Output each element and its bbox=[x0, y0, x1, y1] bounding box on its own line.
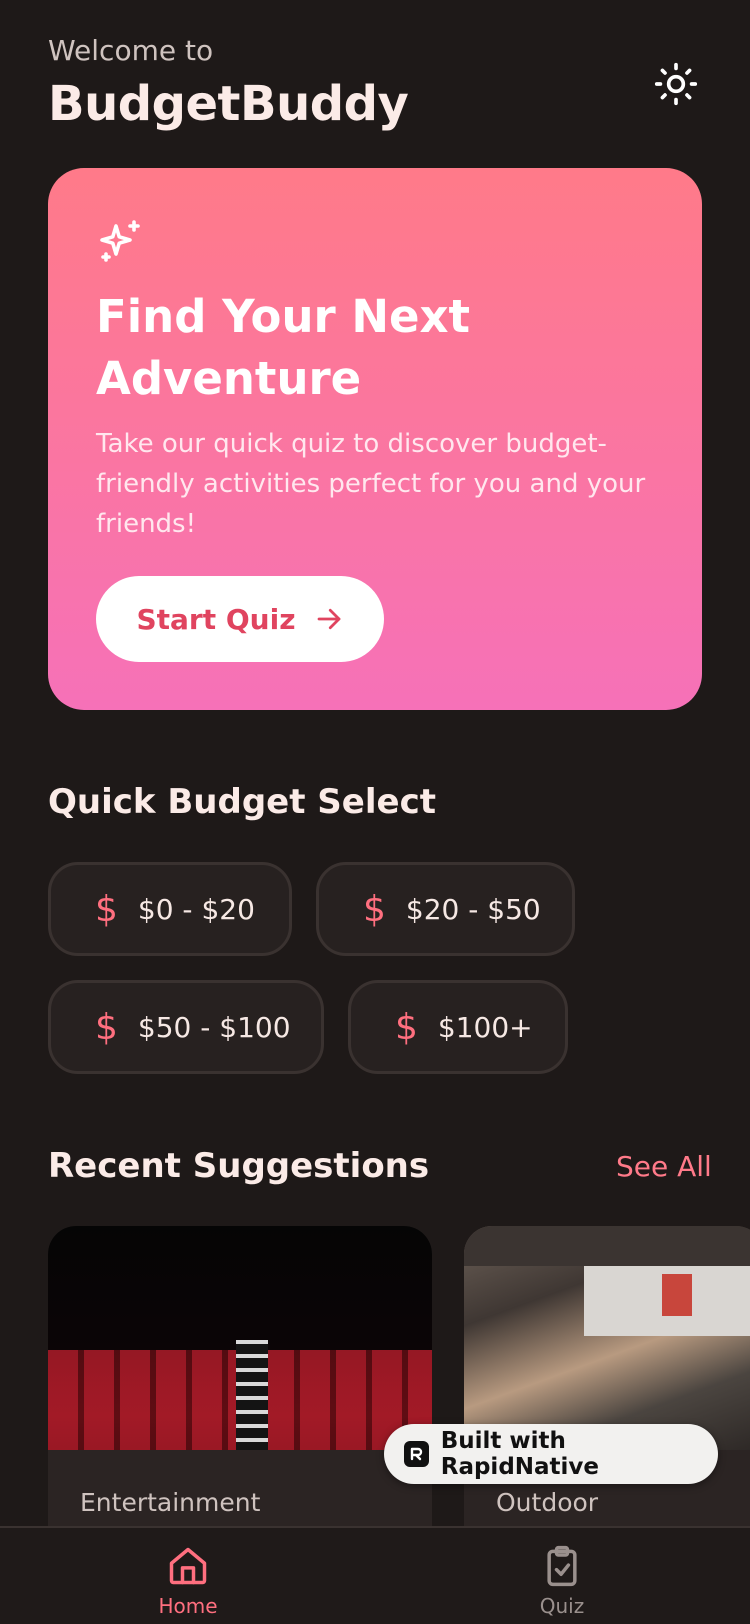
budget-option-50-100[interactable]: $ $50 - $100 bbox=[48, 980, 324, 1074]
start-quiz-button[interactable]: Start Quiz bbox=[96, 576, 384, 662]
quiz-hero-card: Find Your Next Adventure Take our quick … bbox=[48, 168, 702, 710]
budget-option-label: $100+ bbox=[437, 1010, 533, 1044]
budget-option-0-20[interactable]: $ $0 - $20 bbox=[48, 862, 292, 956]
cinema-seats-photo bbox=[48, 1226, 432, 1450]
see-all-link[interactable]: See All bbox=[616, 1150, 712, 1183]
budget-option-label: $0 - $20 bbox=[137, 892, 255, 926]
tab-home[interactable]: Home bbox=[128, 1544, 248, 1618]
home-icon bbox=[169, 1547, 207, 1585]
dollar-icon: $ bbox=[95, 1006, 118, 1048]
bottom-tab-bar: Home Quiz bbox=[0, 1526, 750, 1624]
tab-quiz[interactable]: Quiz bbox=[502, 1544, 622, 1618]
budget-option-label: $50 - $100 bbox=[137, 1010, 291, 1044]
home-screen: Welcome to BudgetBuddy Find Your Next Ad… bbox=[0, 0, 750, 1624]
budget-option-20-50[interactable]: $ $20 - $50 bbox=[316, 862, 575, 956]
budget-option-100-plus[interactable]: $ $100+ bbox=[348, 980, 568, 1074]
dollar-icon: $ bbox=[95, 888, 118, 930]
built-with-badge[interactable]: Built with RapidNative bbox=[384, 1424, 718, 1484]
dollar-icon: $ bbox=[395, 1006, 418, 1048]
welcome-text: Welcome to bbox=[48, 34, 214, 67]
arrow-right-icon bbox=[317, 608, 340, 630]
badge-text: Built with RapidNative bbox=[440, 1428, 600, 1480]
recent-section-title: Recent Suggestions bbox=[48, 1146, 430, 1186]
theme-toggle-button[interactable] bbox=[652, 60, 700, 108]
app-title: BudgetBuddy bbox=[48, 76, 409, 132]
outdoor-dining-photo bbox=[464, 1226, 750, 1450]
tab-quiz-label: Quiz bbox=[539, 1594, 585, 1618]
rapidnative-logo bbox=[404, 1441, 429, 1467]
sun-icon bbox=[654, 62, 698, 106]
budget-option-label: $20 - $50 bbox=[405, 892, 541, 926]
suggestion-card-entertainment[interactable]: Entertainment bbox=[48, 1226, 432, 1566]
sparkles-icon bbox=[100, 220, 140, 262]
hero-description: Take our quick quiz to discover budget-f… bbox=[96, 429, 646, 539]
card-category: Outdoor bbox=[496, 1488, 599, 1517]
dollar-icon: $ bbox=[363, 888, 386, 930]
suggestion-card-outdoor[interactable]: Outdoor bbox=[464, 1226, 750, 1566]
tab-home-label: Home bbox=[158, 1594, 218, 1618]
card-category: Entertainment bbox=[80, 1488, 261, 1517]
hero-title: Find Your Next Adventure bbox=[96, 290, 471, 405]
clipboard-check-icon bbox=[547, 1545, 577, 1587]
start-quiz-label: Start Quiz bbox=[136, 602, 296, 636]
budget-section-title: Quick Budget Select bbox=[48, 782, 436, 822]
